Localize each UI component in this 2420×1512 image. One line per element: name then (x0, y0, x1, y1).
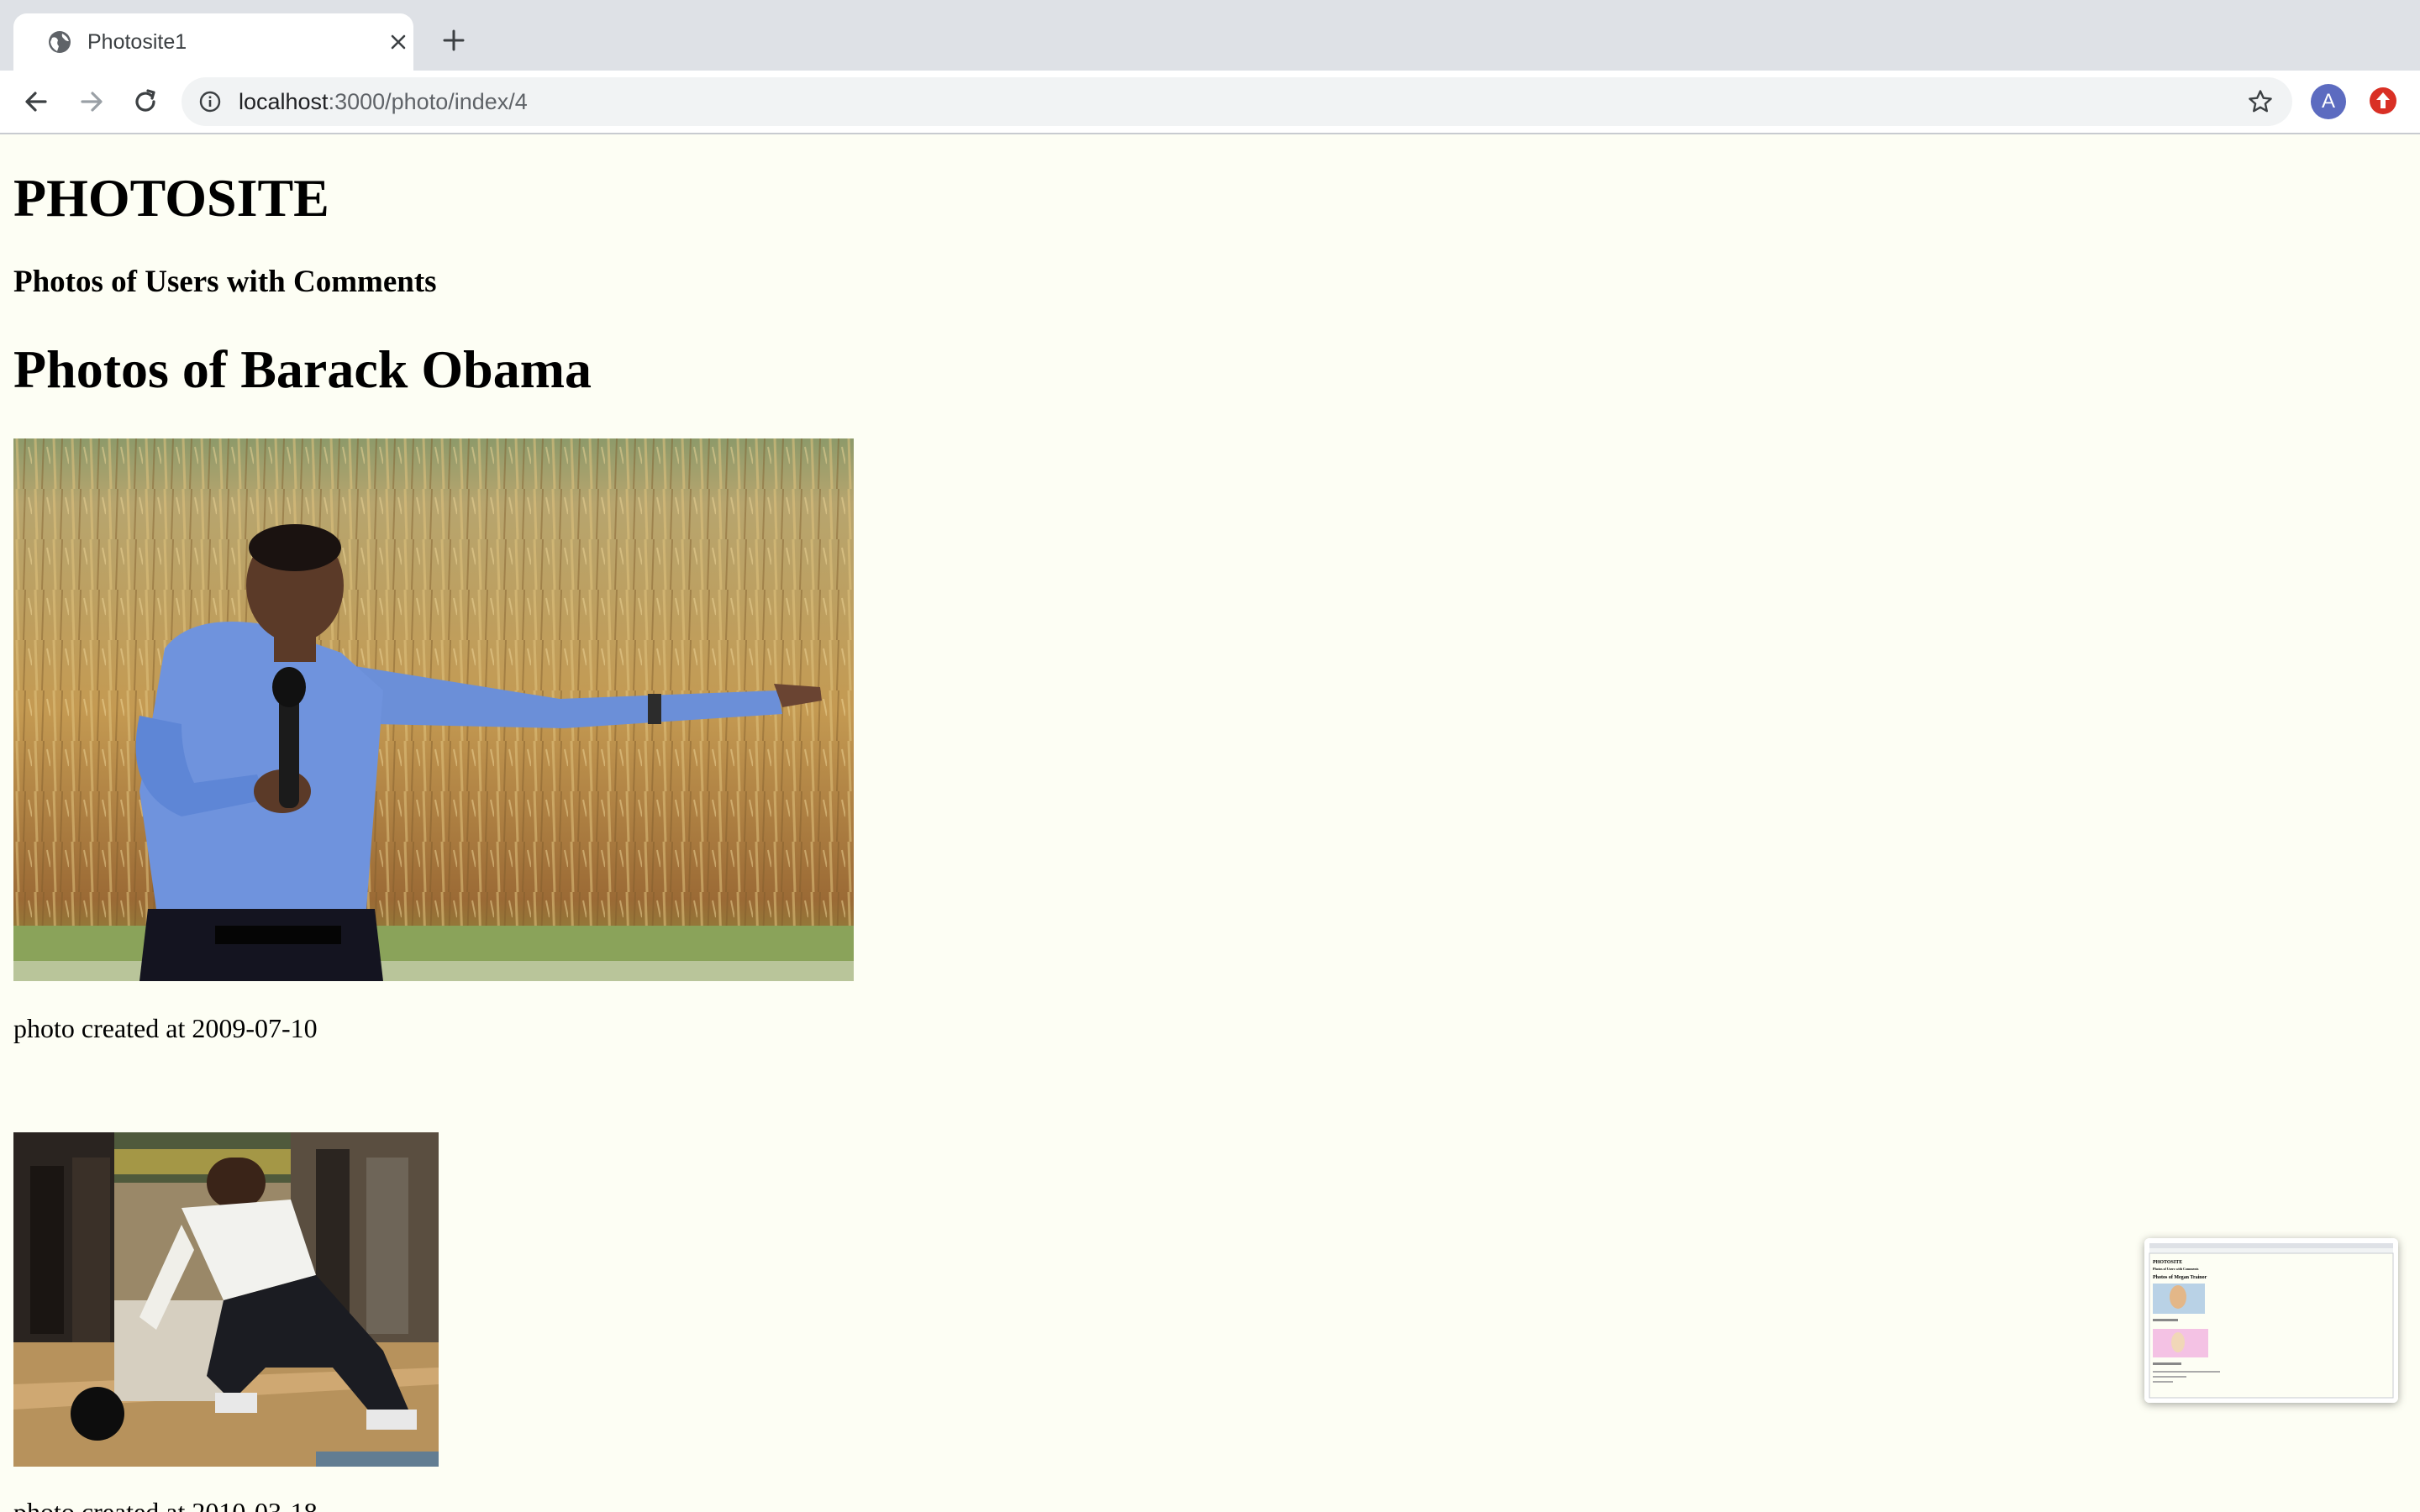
address-bar[interactable]: localhost:3000/photo/index/4 (182, 77, 2292, 126)
url-path: :3000/photo/index/4 (328, 89, 528, 114)
tab-strip: Photosite1 (0, 0, 2420, 71)
forward-arrow-icon[interactable] (76, 86, 108, 118)
photo-caption: photo created at 2009-07-10 (13, 1013, 318, 1043)
window-thumbnail-preview[interactable]: PHOTOSITE Photos of Users with Comments … (2144, 1238, 2398, 1403)
new-tab-plus-icon[interactable] (440, 27, 467, 54)
thumbnail-screenshot: PHOTOSITE Photos of Users with Comments … (2144, 1238, 2398, 1403)
close-icon[interactable] (388, 32, 408, 52)
photo-caption: photo created at 2010-03-18 (13, 1497, 318, 1512)
back-arrow-icon[interactable] (20, 86, 52, 118)
tab-title: Photosite1 (87, 30, 187, 54)
profile-avatar[interactable]: A (2311, 84, 2346, 119)
photo-obama-cornfield (13, 438, 854, 981)
thumbnail-subtitle: Photos of Users with Comments (2153, 1267, 2199, 1271)
reload-icon[interactable] (129, 86, 161, 118)
url-text: localhost:3000/photo/index/4 (239, 88, 528, 115)
browser-chrome: Photosite1 localhost:3000/photo/index/4 … (0, 0, 2420, 134)
extension-upload-icon[interactable] (2368, 86, 2398, 116)
info-icon[interactable] (198, 90, 222, 113)
globe-icon (49, 31, 71, 53)
photo-obama-bowling (13, 1132, 439, 1467)
page-content: PHOTOSITE Photos of Users with Comments … (0, 134, 2420, 1512)
site-title: PHOTOSITE (13, 168, 329, 228)
bookmark-star-icon[interactable] (2247, 88, 2274, 115)
tab-photosite[interactable]: Photosite1 (13, 13, 413, 71)
url-host: localhost (239, 89, 329, 114)
thumbnail-site-title: PHOTOSITE (2153, 1260, 2182, 1265)
toolbar: localhost:3000/photo/index/4 A (0, 71, 2420, 133)
site-subtitle: Photos of Users with Comments (13, 265, 437, 299)
thumbnail-user-heading: Photos of Megan Trainor (2153, 1275, 2207, 1280)
user-heading: Photos of Barack Obama (13, 339, 592, 399)
